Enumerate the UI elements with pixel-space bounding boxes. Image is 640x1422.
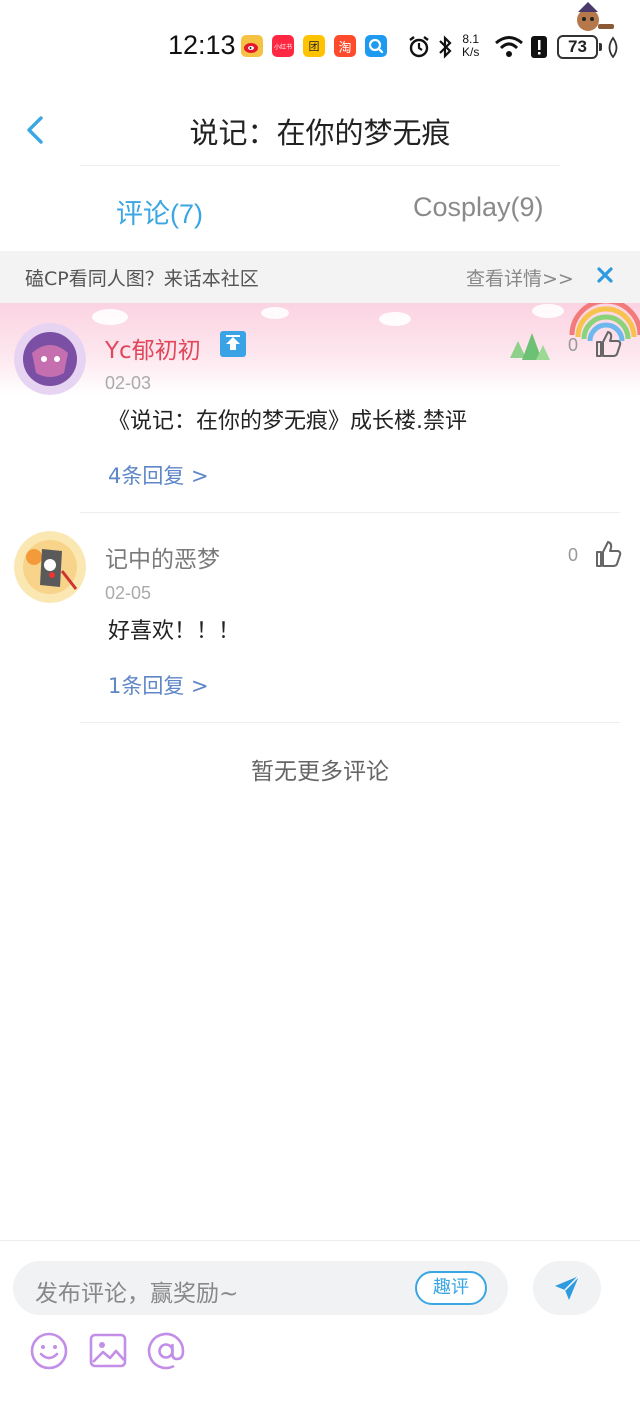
header-divider (80, 165, 560, 166)
comment-input-bar: 发布评论，赢奖励~ 趣评 (0, 1240, 640, 1422)
avatar[interactable] (14, 531, 86, 603)
sim-alert-icon (530, 35, 548, 63)
avatar[interactable] (14, 323, 86, 395)
tab-cosplay[interactable]: Cosplay(9) (413, 192, 544, 223)
cloud-rainbow-decoration (92, 303, 640, 360)
banner-text: 磕CP看同人图？来话本社区 (25, 268, 259, 290)
meituan-icon: 团 (303, 35, 325, 57)
like-count: 0 (568, 335, 579, 355)
username[interactable]: 记中的恶梦 (105, 540, 220, 574)
username[interactable]: Yc郁初初 (105, 331, 201, 365)
taobao-icon: 淘 (334, 35, 356, 57)
weibo-icon (241, 35, 263, 57)
comment-divider (80, 722, 620, 723)
thumbs-up-icon[interactable] (593, 329, 623, 359)
promo-banner[interactable]: 磕CP看同人图？来话本社区 查看详情>> (0, 251, 640, 303)
comment-date: 02-05 (105, 583, 152, 603)
page-header: 说记：在你的梦无痕 (0, 92, 640, 166)
level-badge-icon (220, 331, 246, 357)
like-count: 0 (568, 545, 579, 565)
comment-date: 02-03 (105, 373, 152, 393)
comment-item[interactable]: Yc郁初初 02-03 《说记：在你的梦无痕》成长楼.禁评 4条回复 > 0 (0, 303, 640, 513)
alarm-icon (406, 34, 432, 64)
close-icon (597, 267, 613, 283)
view-replies-link[interactable]: 4条回复 > (108, 460, 209, 490)
tab-comments[interactable]: 评论(7) (116, 192, 203, 231)
comment-input-placeholder: 发布评论，赢奖励~ (35, 1281, 239, 1307)
mascot-icon (570, 2, 616, 40)
banner-details-link[interactable]: 查看详情>> (466, 264, 574, 291)
comment-item[interactable]: 记中的恶梦 02-05 好喜欢！！！ 1条回复 > 0 (0, 515, 640, 723)
comment-text: 《说记：在你的梦无痕》成长楼.禁评 (108, 409, 467, 434)
send-icon (555, 1275, 580, 1300)
image-icon[interactable] (86, 1329, 130, 1373)
xiaohongshu-icon: 小红书 (272, 35, 294, 57)
banner-close-button[interactable] (592, 262, 618, 288)
mention-icon[interactable] (144, 1329, 188, 1373)
comment-input[interactable]: 发布评论，赢奖励~ 趣评 (13, 1261, 508, 1315)
search-app-icon (365, 35, 387, 57)
tab-bar: 评论(7) Cosplay(9) (0, 180, 640, 240)
view-replies-link[interactable]: 1条回复 > (108, 670, 209, 700)
send-button[interactable] (533, 1261, 601, 1315)
fun-comment-button[interactable]: 趣评 (415, 1271, 487, 1305)
status-time: 12:13 (168, 30, 236, 60)
status-bar: 12:13 小红书 团 淘 8.1 K/s 73 (0, 0, 640, 92)
no-more-comments: 暂无更多评论 (251, 759, 389, 785)
comment-divider (80, 512, 620, 513)
network-speed: 8.1 K/s (462, 32, 480, 59)
emoji-icon[interactable] (27, 1329, 71, 1373)
wifi-icon (494, 34, 524, 62)
thumbs-up-icon[interactable] (593, 539, 623, 569)
comment-text: 好喜欢！！！ (108, 619, 241, 644)
bluetooth-icon (436, 34, 454, 64)
page-title: 说记：在你的梦无痕 (189, 116, 451, 150)
comment-decoration-background (0, 303, 640, 395)
